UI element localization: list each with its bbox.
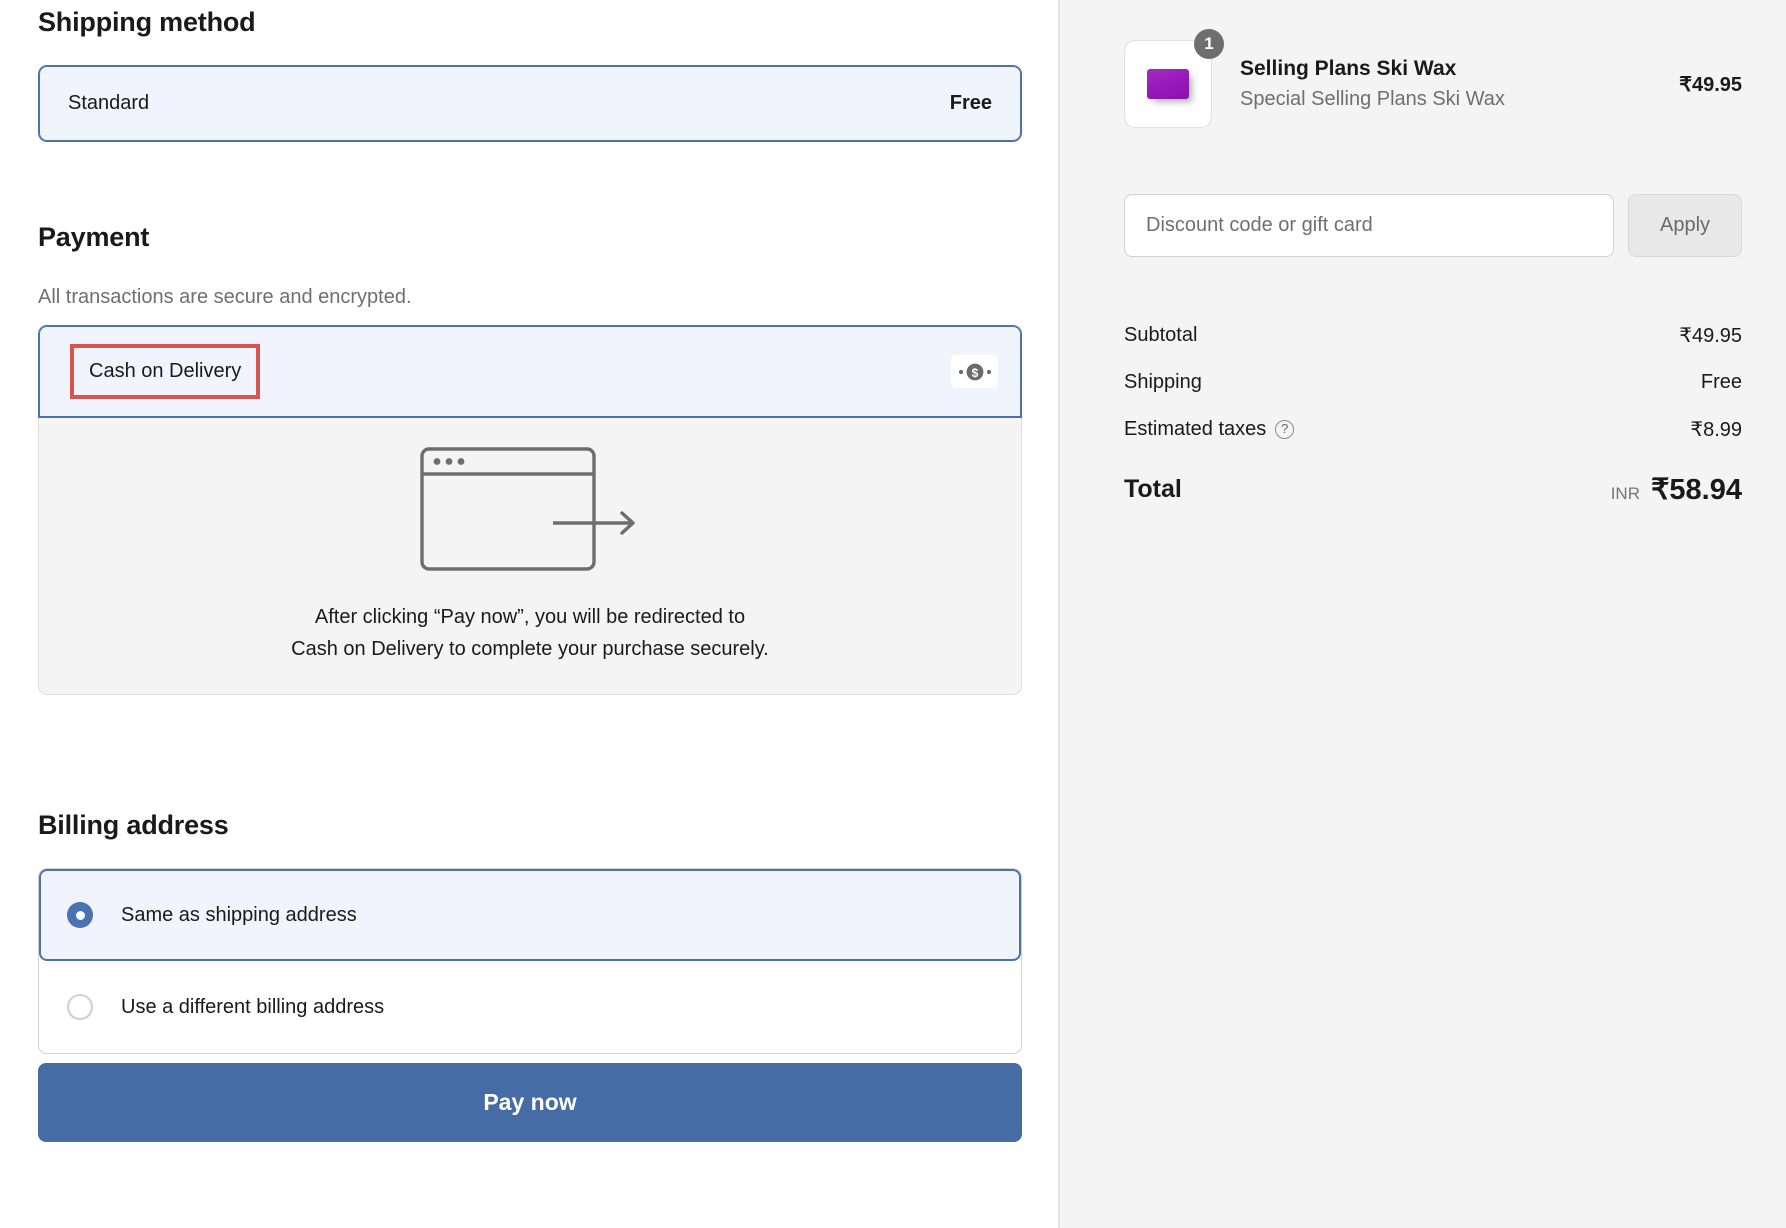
payment-redirect-line2: Cash on Delivery to complete your purcha… — [291, 637, 769, 660]
product-price: ₹49.95 — [1679, 73, 1742, 96]
radio-unselected-icon[interactable] — [67, 994, 93, 1020]
total-amount: ₹58.94 — [1650, 473, 1742, 506]
payment-redirect-panel: After clicking “Pay now”, you will be re… — [38, 418, 1022, 695]
quantity-badge: 1 — [1194, 29, 1224, 59]
shipping-option-name: Standard — [68, 92, 150, 114]
order-line-item: 1 Selling Plans Ski Wax Special Selling … — [1124, 29, 1742, 128]
totals-value: ₹49.95 — [1679, 325, 1742, 347]
order-totals: Subtotal ₹49.95 Shipping Free Estimated … — [1124, 312, 1742, 518]
svg-text:$: $ — [971, 366, 978, 380]
payment-method-cash-on-delivery[interactable]: Cash on Delivery $ — [38, 325, 1022, 418]
currency-code: INR — [1610, 483, 1640, 503]
totals-row-estimated-taxes: Estimated taxes ? ₹8.99 — [1124, 406, 1742, 453]
wax-bar-shape — [1147, 69, 1189, 99]
billing-option-different-address[interactable]: Use a different billing address — [39, 961, 1021, 1053]
billing-option-same-as-shipping[interactable]: Same as shipping address — [39, 869, 1021, 961]
total-label: Total — [1124, 474, 1182, 503]
payment-method-group: Cash on Delivery $ After clicking “Pay n… — [38, 325, 1022, 695]
checkout-page: Shipping method Standard Free Payment Al… — [0, 0, 1786, 1228]
totals-row-subtotal: Subtotal ₹49.95 — [1124, 312, 1742, 359]
billing-address-heading: Billing address — [38, 810, 229, 840]
billing-address-group: Same as shipping address Use a different… — [38, 868, 1022, 1054]
totals-value: ₹8.99 — [1690, 419, 1742, 441]
billing-option-label: Same as shipping address — [121, 903, 357, 926]
product-title: Selling Plans Ski Wax — [1240, 57, 1457, 80]
totals-label: Shipping — [1124, 371, 1202, 393]
apply-discount-button[interactable]: Apply — [1628, 194, 1742, 257]
shipping-method-heading: Shipping method — [38, 7, 256, 37]
payment-method-label-highlight: Cash on Delivery — [70, 344, 261, 399]
payment-redirect-line1: After clicking “Pay now”, you will be re… — [314, 606, 746, 629]
payment-redirect-text: After clicking “Pay now”, you will be re… — [291, 602, 769, 665]
payment-subheading: All transactions are secure and encrypte… — [38, 286, 412, 308]
totals-value: Free — [1700, 371, 1742, 393]
totals-row-total: Total INR ₹58.94 — [1124, 460, 1742, 518]
browser-window-redirect-arrow-icon — [420, 447, 640, 576]
totals-label-wrap: Estimated taxes ? — [1124, 418, 1295, 441]
shipping-option-standard[interactable]: Standard Free — [38, 65, 1022, 142]
product-info: Selling Plans Ski Wax Special Selling Pl… — [1232, 57, 1659, 111]
checkout-main-panel: Shipping method Standard Free Payment Al… — [0, 0, 1060, 1228]
discount-code-input[interactable] — [1124, 194, 1614, 257]
totals-label: Estimated taxes — [1124, 418, 1267, 440]
shipping-option-price: Free — [949, 92, 992, 114]
pay-now-button[interactable]: Pay now — [38, 1063, 1022, 1142]
order-summary-panel: 1 Selling Plans Ski Wax Special Selling … — [1060, 0, 1786, 1228]
totals-label: Subtotal — [1124, 324, 1198, 346]
total-value-wrap: INR ₹58.94 — [1611, 472, 1742, 507]
help-question-icon[interactable]: ? — [1275, 420, 1295, 439]
banknote-dollar-icon: $ — [951, 355, 998, 388]
payment-method-label: Cash on Delivery — [89, 360, 242, 382]
discount-row: Apply — [1124, 194, 1742, 257]
radio-selected-icon[interactable] — [67, 902, 93, 928]
payment-heading: Payment — [38, 222, 150, 252]
product-thumbnail-wrap: 1 — [1124, 29, 1224, 128]
billing-option-label: Use a different billing address — [121, 995, 385, 1018]
product-variant: Special Selling Plans Ski Wax — [1240, 88, 1505, 110]
totals-row-shipping: Shipping Free — [1124, 359, 1742, 406]
